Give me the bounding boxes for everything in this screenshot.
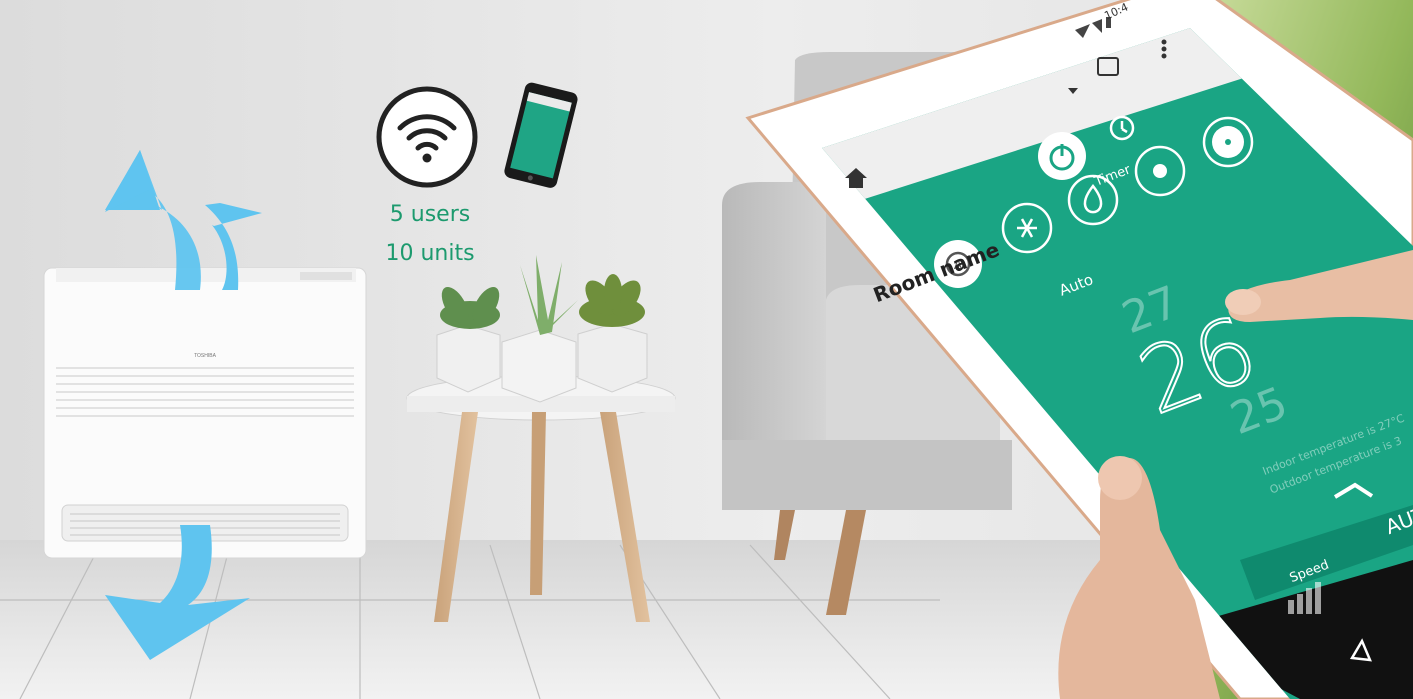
ac-unit-logo: TOSHIBA (194, 353, 217, 359)
wifi-icon (376, 86, 478, 188)
power-icon[interactable] (1038, 132, 1086, 180)
units-count-label: 10 units (385, 241, 475, 266)
users-count-label: 5 users (389, 202, 471, 227)
ac-unit: TOSHIBA (43, 267, 367, 559)
scene: TOSHIBA A Room name Timer Auto 27 26 25 … (0, 0, 1413, 699)
